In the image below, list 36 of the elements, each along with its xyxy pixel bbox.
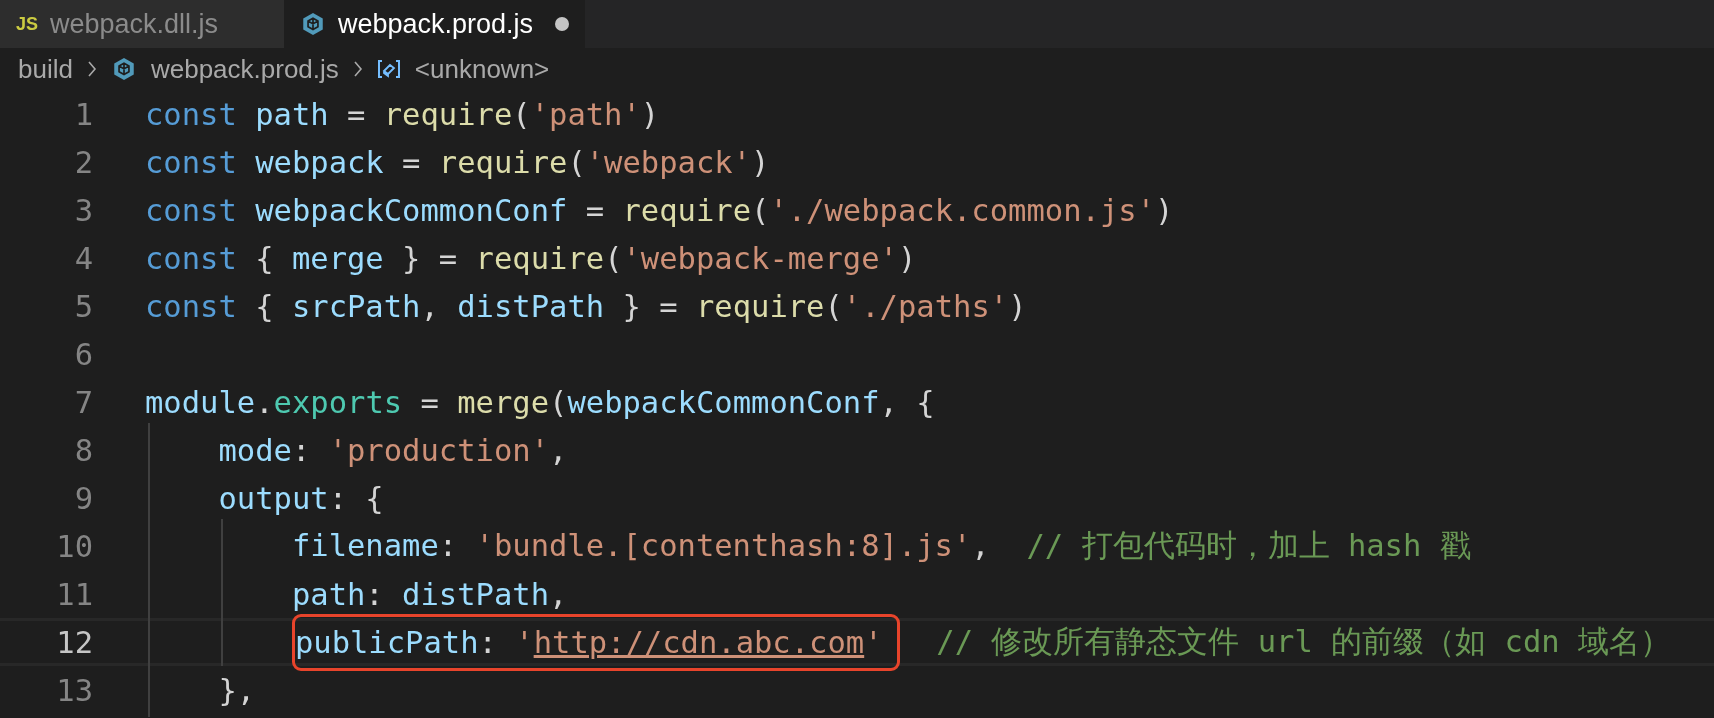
line-number: 12 (55, 624, 93, 660)
line-number: 2 (73, 144, 93, 180)
line-number: 7 (73, 384, 93, 420)
code-text: filename: 'bundle.[contenthash:8].js', // 打包代码时，加上 hash 戳 (290, 526, 1471, 565)
cube-icon (300, 11, 326, 37)
code-text: mode: 'production', (217, 432, 568, 468)
code-text: const path = require('path') (145, 96, 660, 132)
symbol-icon (376, 59, 401, 79)
highlighted-code: publicPath: 'http://cdn.abc.com' (291, 613, 900, 671)
breadcrumb-item[interactable]: build (18, 53, 73, 85)
breadcrumb-item[interactable]: <unknown> (414, 53, 550, 85)
line-number: 1 (73, 96, 93, 132)
line-number: 11 (55, 576, 93, 612)
line-number: 6 (73, 336, 93, 372)
breadcrumb-item[interactable]: webpack.prod.js (150, 53, 339, 85)
chevron-icon (86, 60, 97, 78)
code-text: module.exports = merge(webpackCommonConf, { (145, 384, 935, 420)
line-number: 9 (73, 480, 93, 516)
editor-tab[interactable]: JS webpack.dll.js (0, 0, 284, 48)
line-number: 5 (73, 288, 93, 324)
js-icon: JS (16, 13, 39, 35)
line-number: 4 (73, 240, 93, 276)
line-number: 8 (73, 432, 93, 468)
editor-tab[interactable]: webpack.prod.js (284, 0, 586, 48)
line-number: 13 (55, 672, 93, 708)
code-text: }, (217, 672, 256, 708)
code-text: output: { (217, 480, 384, 516)
line-number: 3 (73, 192, 93, 228)
code-text: const webpackCommonConf = require('./webpack.common.js') (145, 192, 1174, 228)
code-text: const { merge } = require('webpack-merge') (145, 240, 917, 276)
code-text: path: distPath, (290, 576, 568, 612)
code-text: // 修改所有静态文件 url 的前缀（如 cdn 域名） (935, 622, 1671, 661)
line-number: 10 (55, 528, 93, 564)
code-text: const { srcPath, distPath } = require('./paths') (145, 288, 1027, 324)
code-text: const webpack = require('webpack') (145, 144, 770, 180)
chevron-icon (352, 60, 363, 78)
